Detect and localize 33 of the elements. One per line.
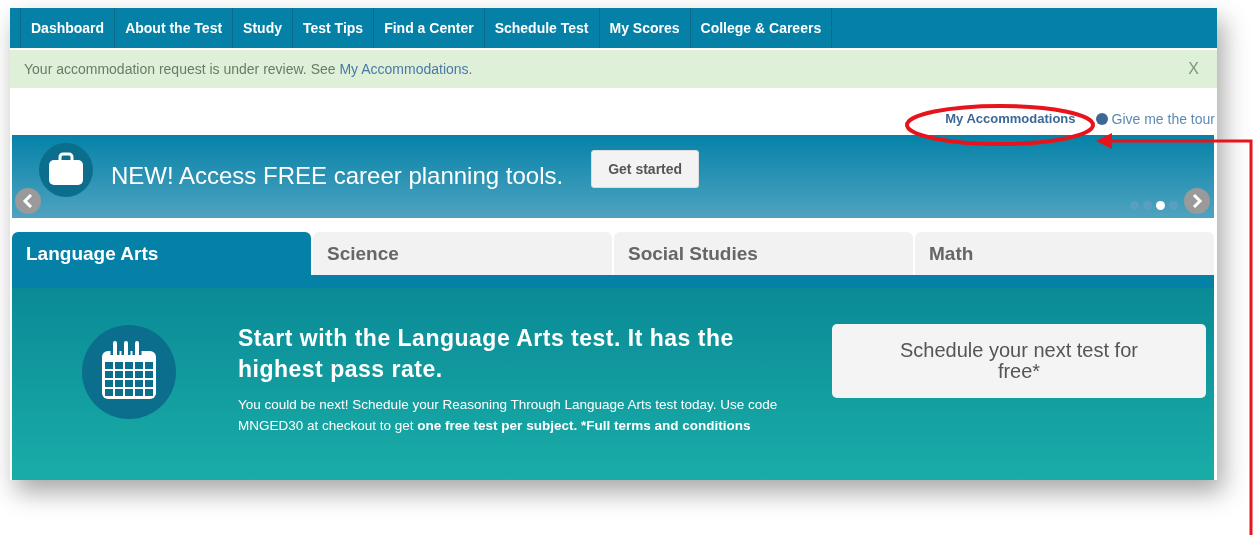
chevron-right-icon xyxy=(1191,194,1203,208)
calendar-icon xyxy=(82,325,176,419)
carousel-dot[interactable] xyxy=(1169,201,1178,210)
carousel-dot[interactable] xyxy=(1156,201,1165,210)
promo-text: You could be next! Schedule your Reasoning Through Language Arts test today. Use code MNGED30 at checkout to get one free test per subject. *Full terms and conditions xyxy=(238,396,779,435)
nav-item[interactable]: Study xyxy=(233,8,293,48)
briefcase-icon xyxy=(39,142,93,197)
accommodations-link[interactable]: My Accommodations xyxy=(945,111,1076,126)
carousel-dot[interactable] xyxy=(1143,201,1152,210)
alert-message: Your accommodation request is under review. See My Accommodations. xyxy=(24,61,473,77)
schedule-button[interactable]: Schedule your next test for free* xyxy=(832,324,1206,398)
close-button[interactable]: X xyxy=(1188,60,1199,78)
tour-link[interactable]: Give me the tour xyxy=(1111,110,1215,127)
get-started-button[interactable]: Get started xyxy=(591,149,700,188)
previous-button[interactable] xyxy=(15,188,41,214)
subject-tab[interactable]: Language Arts xyxy=(12,232,311,275)
nav-item[interactable]: Test Tips xyxy=(293,8,375,48)
nav-item[interactable]: Dashboard xyxy=(21,8,116,48)
nav-item[interactable]: College & Careers xyxy=(690,8,833,48)
help-icon xyxy=(1095,112,1108,125)
subject-tab[interactable]: Science xyxy=(313,232,612,275)
subject-tab[interactable]: Math xyxy=(915,232,1214,275)
nav-item[interactable]: Schedule Test xyxy=(484,8,600,48)
nav-item[interactable]: My Scores xyxy=(599,8,691,48)
panel-heading: Start with the Language Arts test. It has the highest pass rate. xyxy=(238,324,735,384)
nav-item[interactable]: Find a Center xyxy=(374,8,485,48)
banner-headline: NEW! Access FREE career planning tools. xyxy=(111,161,564,190)
next-button[interactable] xyxy=(1184,188,1210,214)
chevron-left-icon xyxy=(22,194,34,208)
accommodations-link[interactable]: My Accommodations xyxy=(339,61,469,77)
subject-tab[interactable]: Social Studies xyxy=(614,232,913,275)
nav-item[interactable]: About the Test xyxy=(115,8,234,48)
carousel-dot[interactable] xyxy=(1130,201,1139,210)
